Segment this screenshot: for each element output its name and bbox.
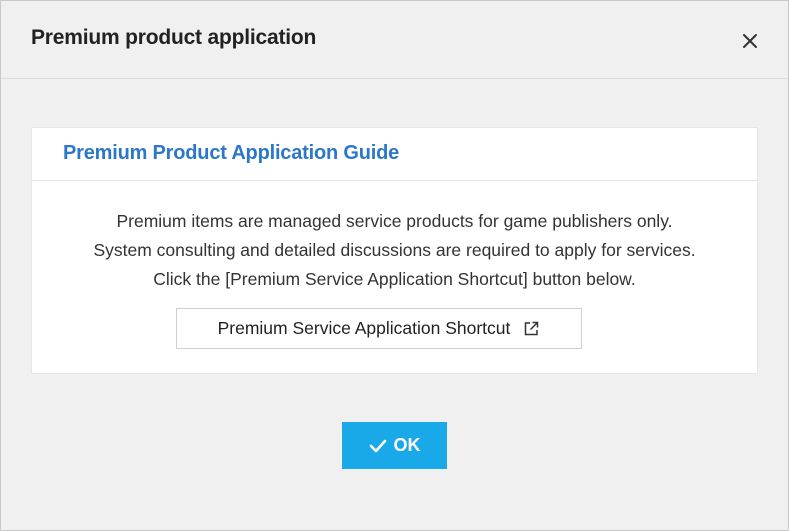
guide-line-1: Premium items are managed service produc… (116, 211, 673, 231)
guide-description: Premium items are managed service produc… (32, 207, 757, 294)
external-link-icon (522, 320, 540, 338)
guide-line-3: Click the [Premium Service Application S… (153, 269, 636, 289)
premium-service-shortcut-button[interactable]: Premium Service Application Shortcut (176, 308, 582, 349)
ok-button[interactable]: OK (342, 422, 447, 469)
ok-button-label: OK (393, 435, 421, 455)
shortcut-button-label: Premium Service Application Shortcut (217, 318, 511, 338)
guide-title: Premium Product Application Guide (63, 142, 400, 164)
dialog-header: Premium product application (1, 1, 788, 79)
close-icon (737, 28, 763, 54)
close-button[interactable] (737, 28, 763, 54)
guide-card-header: Premium Product Application Guide (32, 128, 757, 181)
guide-line-2: System consulting and detailed discussio… (93, 240, 696, 260)
guide-card: Premium Product Application Guide Premiu… (31, 127, 758, 374)
dialog-title: Premium product application (31, 26, 317, 49)
check-icon (369, 439, 387, 453)
premium-application-dialog: Premium product application Premium Prod… (0, 0, 789, 531)
